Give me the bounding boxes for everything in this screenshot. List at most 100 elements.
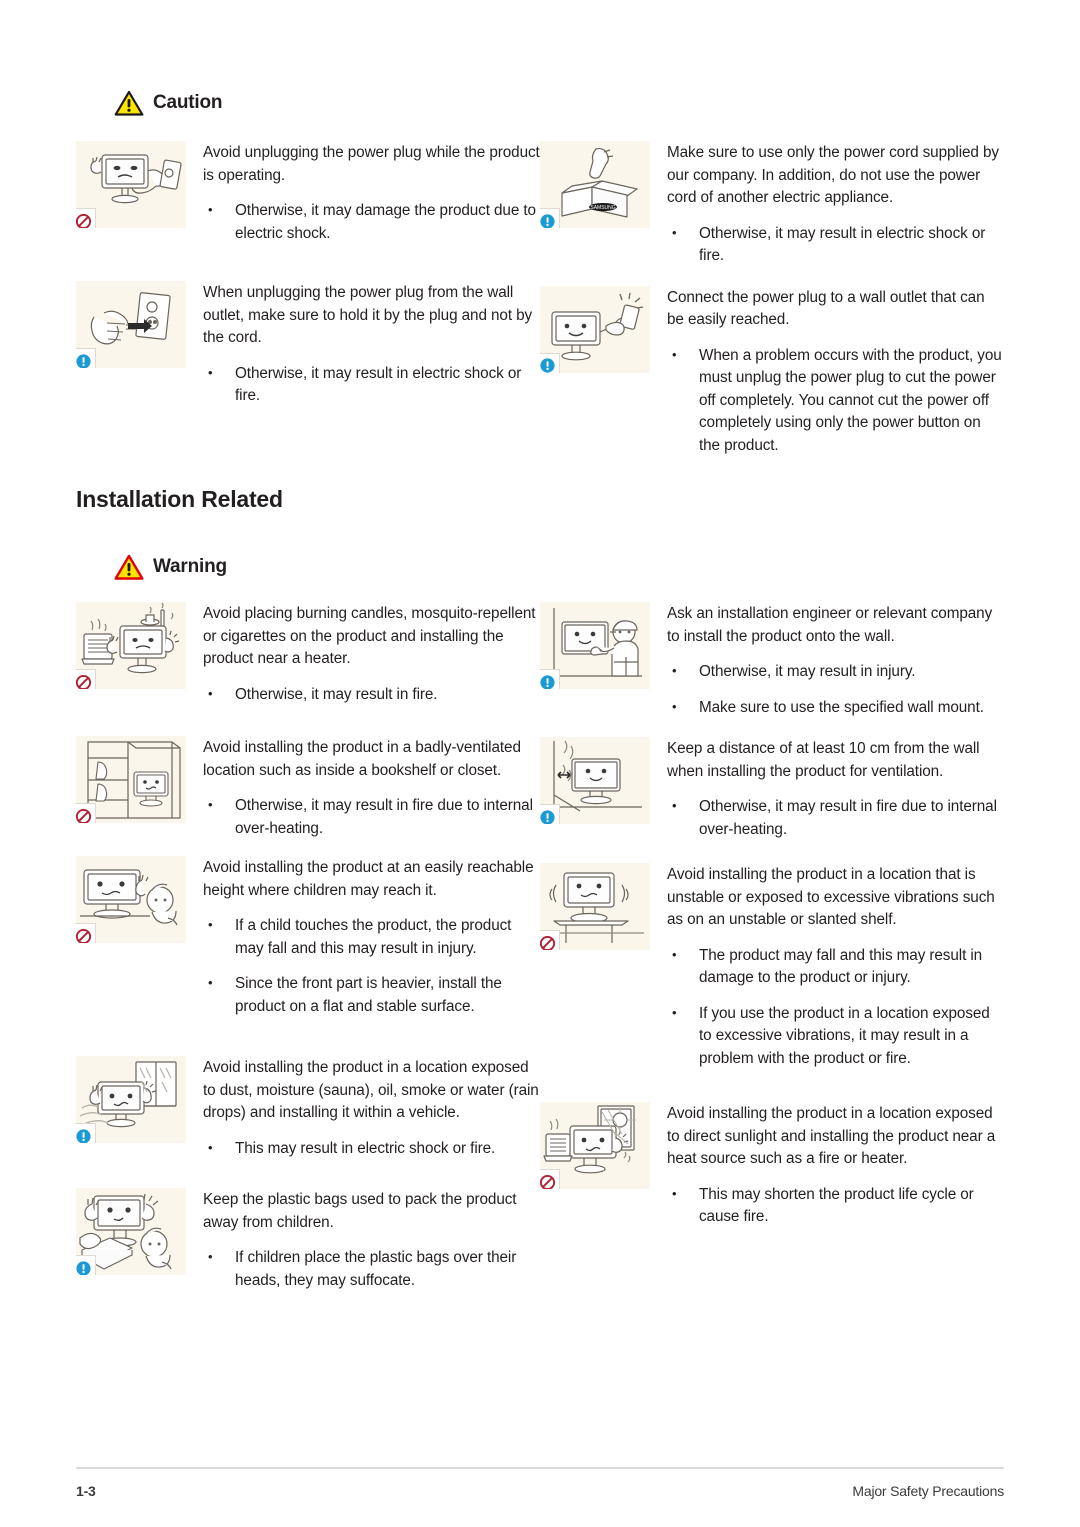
monitor-exposed-to-dust-moisture-illustration [76,1056,186,1143]
installation-right-column: Ask an installation engineer or relevant… [540,602,1004,1292]
monitor-unplugging-while-operating-illustration [76,141,186,228]
safety-item-lead: Make sure to use only the power cord sup… [667,144,999,206]
safety-item-body: Keep the plastic bags used to pack the p… [203,1188,540,1292]
page-title: Installation Related [76,486,283,512]
monitor-inside-bookshelf-closet-illustration [76,736,186,823]
safety-item-body: When unplugging the power plug from the … [203,281,540,408]
bullet: Otherwise, it may result in electric sho… [667,222,1004,268]
monitor-plug-into-reachable-outlet-illustration [540,285,650,373]
bullet: Otherwise, it may result in fire. [203,683,540,707]
prohibition-icon [76,669,96,689]
safety-item: Connect the power plug to a wall outlet … [540,285,1004,458]
installation-columns: Avoid placing burning candles, mosquito-… [76,602,1004,1292]
safety-item-bullets: Otherwise, it may result in fire. [203,683,540,707]
caution-header: Caution [114,90,223,116]
safety-item: Avoid placing burning candles, mosquito-… [76,602,540,706]
bullet: If a child touches the product, the prod… [203,914,540,960]
prohibition-icon [76,803,96,823]
safety-item: Keep a distance of at least 10 cm from t… [540,737,1004,841]
caution-right-column: SAMSUNG Make sure to use only the power … [540,141,1004,457]
safety-item: Avoid installing the product at an easil… [76,856,540,1018]
safety-item-lead: Avoid installing the product at an easil… [203,859,534,899]
safety-item-body: Avoid installing the product in a badly-… [203,736,540,840]
prohibition-icon [76,923,96,943]
monitor-near-heater-and-candles-illustration [76,602,186,689]
warning-triangle-icon [114,554,144,580]
safety-item-body: Avoid unplugging the power plug while th… [203,141,540,245]
bullet: This may result in electric shock or fir… [203,1137,540,1161]
bullet: If you use the product in a location exp… [667,1002,1004,1071]
bullet: Otherwise, it may result in injury. [667,660,1004,684]
bullet: Otherwise, it may result in fire due to … [203,794,540,840]
warning-label: Warning [153,556,227,577]
footer-section-title: Major Safety Precautions [852,1483,1004,1499]
mandatory-icon [76,348,96,368]
caution-left-column: Avoid unplugging the power plug while th… [76,141,540,457]
safety-item-bullets: This may result in electric shock or fir… [203,1137,540,1161]
footer-divider [76,1467,1004,1469]
safety-item-body: Avoid installing the product at an easil… [203,856,540,1018]
safety-item-bullets: Otherwise, it may result in fire due to … [667,795,1004,841]
bullet: Since the front part is heavier, install… [203,972,540,1018]
safety-item: Avoid installing the product in a locati… [540,863,1004,1070]
mandatory-icon [76,1123,96,1143]
safety-item-bullets: Otherwise, it may result in injury. Make… [667,660,1004,720]
safety-item-body: Connect the power plug to a wall outlet … [667,286,1004,458]
power-cord-in-samsung-box-illustration: SAMSUNG [540,141,650,228]
footer-page-number: 1-3 [76,1483,96,1499]
safety-item: Avoid unplugging the power plug while th… [76,141,540,245]
mandatory-icon [540,352,560,373]
manual-page: Caution Avoid unplugging the power plug … [0,0,1080,1527]
monitor-distance-from-wall-illustration [540,737,650,824]
safety-item: SAMSUNG Make sure to use only the power … [540,141,1004,268]
page-footer: 1-3 Major Safety Precautions [76,1467,1004,1499]
safety-item-body: Avoid installing the product in a locati… [667,1102,1004,1229]
safety-item-lead: Avoid installing the product in a locati… [203,1059,539,1121]
monitor-in-direct-sunlight-near-heat-illustration [540,1102,650,1189]
bullet: The product may fall and this may result… [667,944,1004,990]
safety-item-body: Avoid installing the product in a locati… [667,863,1004,1070]
safety-item-bullets: If a child touches the product, the prod… [203,914,540,1018]
safety-item-bullets: Otherwise, it may result in electric sho… [203,362,540,408]
child-reaching-monitor-illustration [76,856,186,943]
bullet: Otherwise, it may result in fire due to … [667,795,1004,841]
safety-item-body: Avoid placing burning candles, mosquito-… [203,602,540,706]
prohibition-icon [76,208,96,228]
bullet: Make sure to use the specified wall moun… [667,696,1004,720]
safety-item-body: Make sure to use only the power cord sup… [667,141,1004,268]
safety-item-lead: Avoid installing the product in a badly-… [203,739,521,779]
safety-item-body: Avoid installing the product in a locati… [203,1056,540,1160]
bullet: This may shorten the product life cycle … [667,1183,1004,1229]
safety-item-lead: Keep the plastic bags used to pack the p… [203,1191,517,1231]
warning-triangle-icon [114,90,144,116]
installer-mounting-monitor-on-wall-illustration [540,602,650,689]
safety-item-bullets: Otherwise, it may result in fire due to … [203,794,540,840]
safety-item-body: Keep a distance of at least 10 cm from t… [667,737,1004,841]
safety-item: Keep the plastic bags used to pack the p… [76,1188,540,1292]
safety-item-bullets: If children place the plastic bags over … [203,1246,540,1292]
safety-item-lead: Avoid placing burning candles, mosquito-… [203,605,536,667]
safety-item-bullets: When a problem occurs with the product, … [667,344,1004,458]
bullet: If children place the plastic bags over … [203,1246,540,1292]
bullet: When a problem occurs with the product, … [667,344,1004,458]
prohibition-icon [540,1169,560,1189]
safety-item-lead: Connect the power plug to a wall outlet … [667,288,985,329]
warning-header: Warning [114,554,227,580]
safety-item-lead: When unplugging the power plug from the … [203,284,533,346]
bullet: Otherwise, it may result in electric sho… [203,362,540,408]
safety-item: Avoid installing the product in a locati… [540,1102,1004,1229]
safety-item-lead: Ask an installation engineer or relevant… [667,605,993,645]
mandatory-icon [540,669,560,689]
installation-left-column: Avoid placing burning candles, mosquito-… [76,602,540,1292]
safety-item-body: Ask an installation engineer or relevant… [667,602,1004,719]
safety-item: Ask an installation engineer or relevant… [540,602,1004,719]
safety-item-bullets: The product may fall and this may result… [667,944,1004,1071]
safety-item-bullets: Otherwise, it may result in electric sho… [667,222,1004,268]
safety-item: Avoid installing the product in a locati… [76,1056,540,1160]
mandatory-icon [76,1255,96,1275]
bullet: Otherwise, it may damage the product due… [203,199,540,245]
safety-item-bullets: Otherwise, it may damage the product due… [203,199,540,245]
safety-item-bullets: This may shorten the product life cycle … [667,1183,1004,1229]
hand-pulling-plug-from-outlet-illustration [76,281,186,368]
mandatory-icon [540,208,560,228]
